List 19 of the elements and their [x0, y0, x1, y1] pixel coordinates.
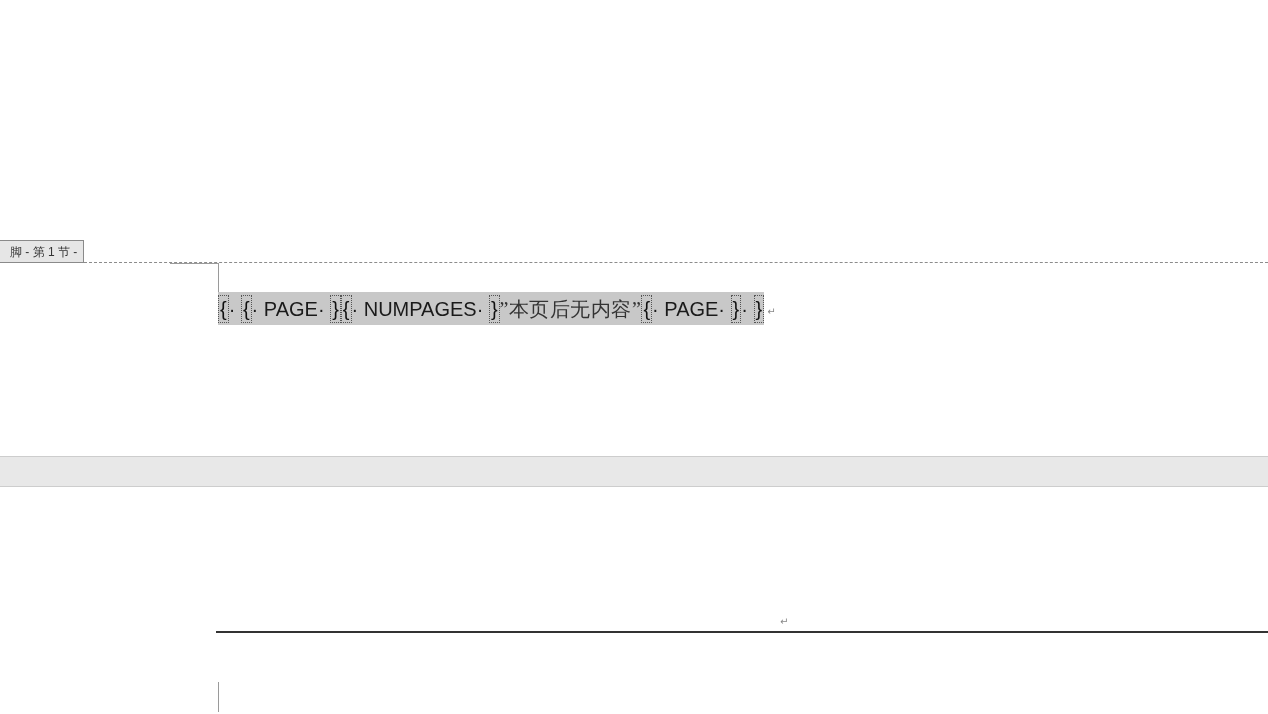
field-brace: } [753, 294, 765, 323]
field-brace: { [218, 294, 229, 323]
crop-mark [170, 263, 219, 292]
field-quoted-text: ”本页后无内容” [499, 296, 642, 322]
field-brace: } [330, 294, 341, 323]
footer-section-label: 脚 - 第 1 节 - [0, 240, 85, 263]
field-code-text: · PAGE· [251, 296, 326, 322]
field-code-text: · PAGE· [652, 296, 727, 322]
field-brace: { [641, 294, 653, 323]
field-brace: { [240, 294, 252, 323]
field-code-text: · [228, 296, 237, 322]
paragraph-mark: ↵ [767, 305, 776, 319]
field-code-text: · [741, 296, 749, 322]
field-brace: } [488, 294, 500, 323]
crop-mark [218, 682, 219, 712]
paragraph-mark: ↵ [780, 614, 789, 629]
field-brace: } [730, 294, 742, 323]
field-brace: { [340, 294, 352, 323]
field-code-text: · NUMPAGES· [351, 296, 485, 322]
